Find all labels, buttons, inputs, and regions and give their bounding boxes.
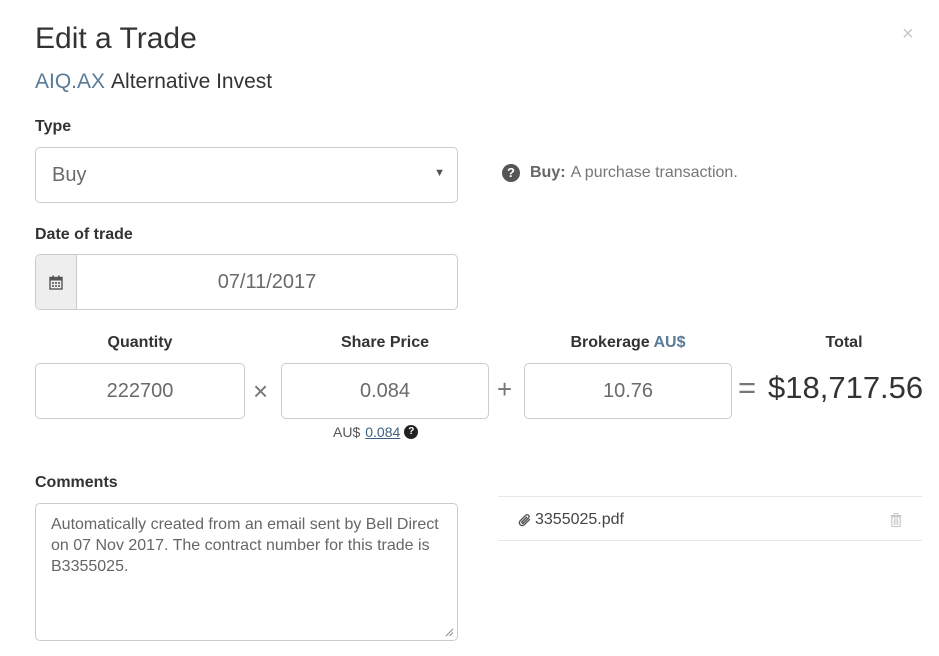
multiply-sign: × bbox=[253, 376, 269, 406]
converted-price-link[interactable]: 0.084 bbox=[365, 424, 400, 440]
attachment-row: 3355025.pdf bbox=[498, 496, 922, 541]
modal-title: Edit a Trade bbox=[35, 22, 197, 55]
brokerage-currency: AU$ bbox=[653, 334, 686, 351]
type-label: Type bbox=[35, 118, 72, 135]
trash-icon[interactable] bbox=[890, 513, 902, 527]
total-value: $18,717.56 bbox=[768, 370, 924, 405]
attachment-file[interactable]: 3355025.pdf bbox=[518, 511, 624, 529]
question-circle-icon[interactable]: ? bbox=[404, 425, 419, 439]
attachment-filename: 3355025.pdf bbox=[535, 511, 624, 528]
brokerage-label: Brokerage AU$ bbox=[524, 334, 732, 352]
resize-grip-icon[interactable] bbox=[445, 628, 454, 637]
converted-currency: AU$ bbox=[333, 424, 361, 440]
date-label: Date of trade bbox=[35, 226, 133, 243]
type-select[interactable]: Buy ▼ bbox=[35, 147, 458, 203]
date-input-group: 07/11/2017 bbox=[35, 254, 458, 310]
date-input[interactable]: 07/11/2017 bbox=[77, 255, 457, 309]
type-help-term: Buy: bbox=[530, 164, 566, 181]
type-help: ? Buy: A purchase transaction. bbox=[502, 164, 738, 182]
comments-text: Automatically created from an email sent… bbox=[51, 516, 439, 575]
quantity-label: Quantity bbox=[107, 334, 173, 351]
quantity-input[interactable]: 222700 bbox=[35, 363, 245, 419]
brokerage-input[interactable]: 10.76 bbox=[524, 363, 732, 419]
plus-sign: + bbox=[497, 374, 513, 404]
converted-price: AU$ 0.084 ? bbox=[333, 424, 419, 440]
close-button[interactable]: × bbox=[902, 24, 914, 44]
equals-sign: = bbox=[738, 370, 757, 405]
type-help-text: A purchase transaction. bbox=[570, 164, 738, 181]
share-price-input[interactable]: 0.084 bbox=[281, 363, 489, 419]
brokerage-label-text: Brokerage bbox=[570, 334, 650, 351]
security-subtitle: AIQ.AX Alternative Invest bbox=[35, 70, 272, 94]
calendar-icon[interactable] bbox=[36, 255, 77, 309]
company-name: Alternative Invest bbox=[111, 70, 273, 93]
paperclip-icon bbox=[518, 514, 531, 527]
comments-textarea[interactable]: Automatically created from an email sent… bbox=[35, 503, 458, 641]
question-circle-icon: ? bbox=[502, 164, 520, 182]
caret-down-icon: ▼ bbox=[434, 167, 445, 179]
share-price-label: Share Price bbox=[340, 334, 430, 351]
total-label: Total bbox=[825, 334, 863, 351]
comments-label: Comments bbox=[35, 474, 118, 491]
ticker-symbol: AIQ.AX bbox=[35, 70, 106, 93]
type-select-value: Buy bbox=[52, 164, 87, 186]
